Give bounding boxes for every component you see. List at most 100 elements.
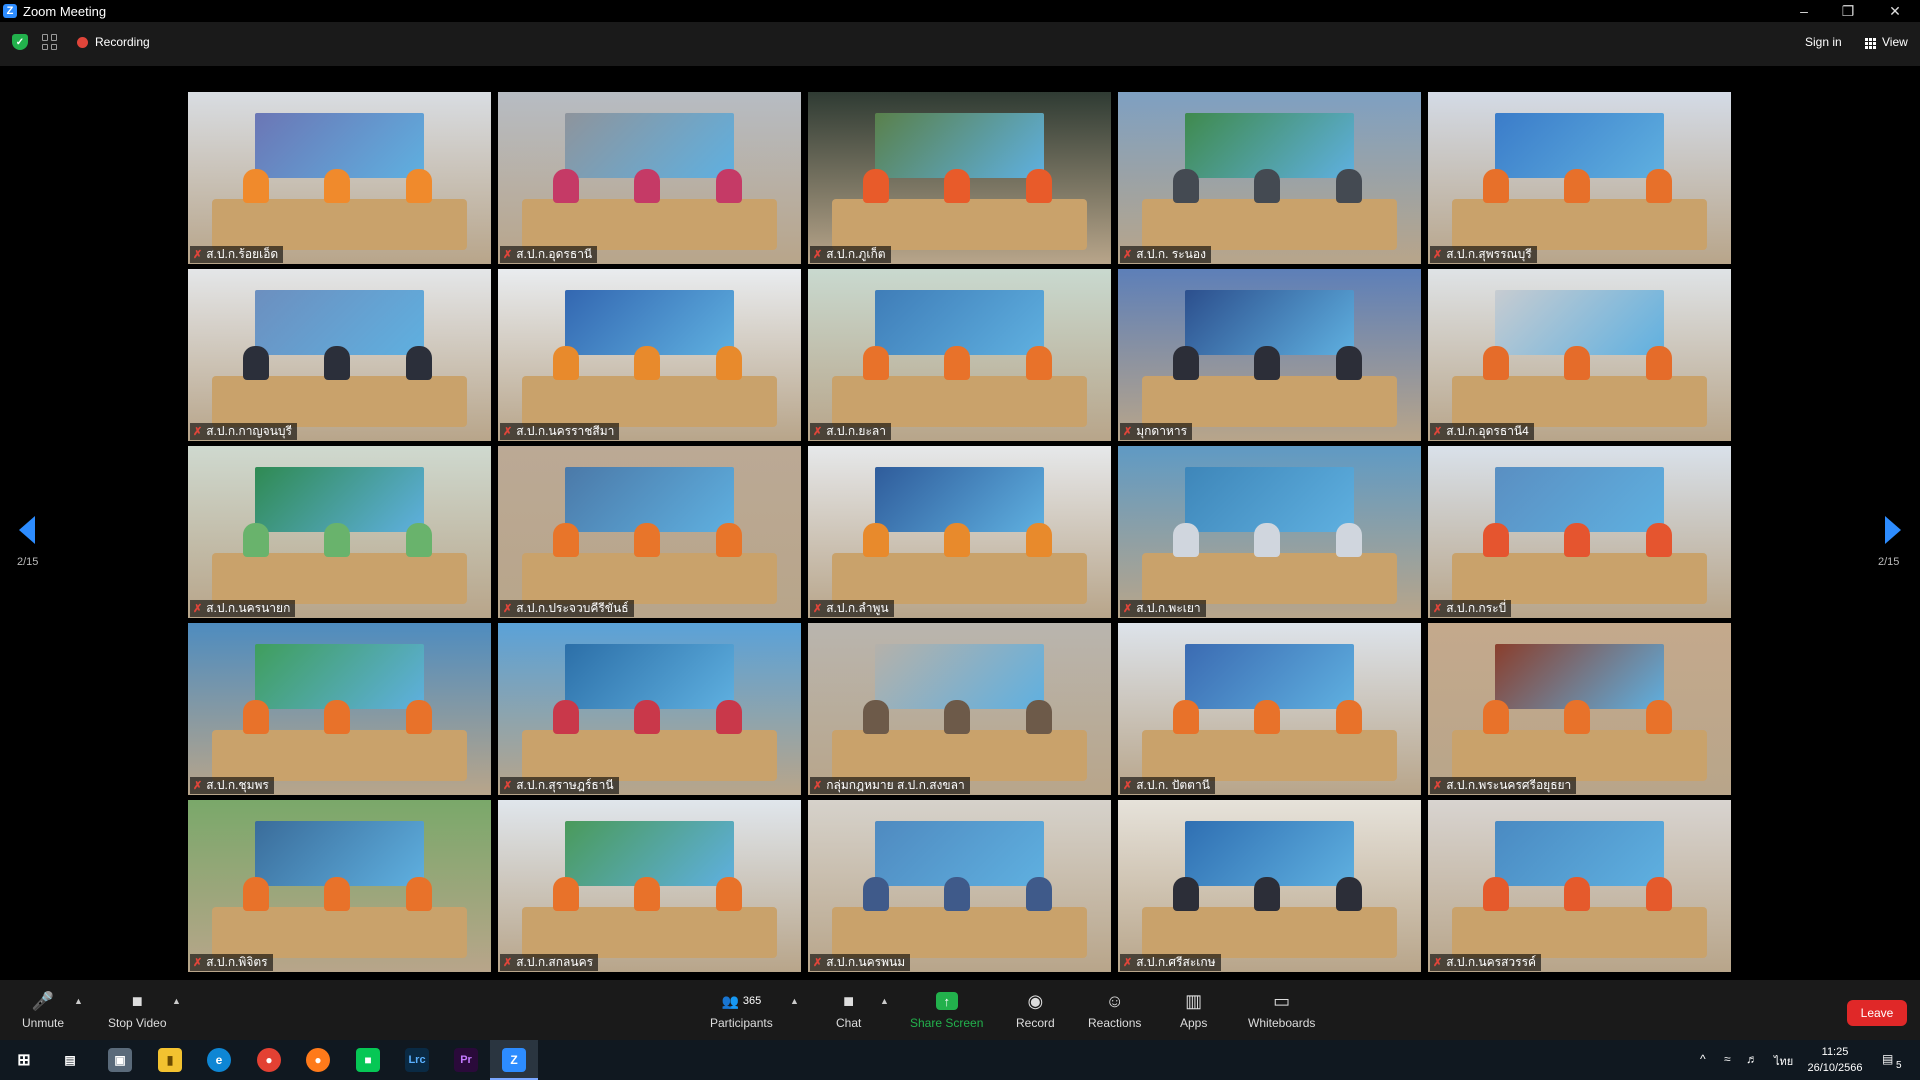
attendee-figure	[634, 169, 661, 204]
reactions-button[interactable]: ☺ Reactions	[1088, 990, 1141, 1031]
participant-video-tile[interactable]: ✗ ส.ป.ก.กระบี่	[1428, 446, 1731, 618]
whiteboards-label: Whiteboards	[1248, 1016, 1316, 1030]
window-title: Zoom Meeting	[23, 3, 107, 19]
backdrop-banner	[254, 466, 425, 532]
participant-video-tile[interactable]: ✗ ส.ป.ก.ร้อยเอ็ด	[188, 92, 491, 264]
volume-icon[interactable]: ♬	[1746, 1052, 1758, 1066]
firefox-browser-icon[interactable]: ●	[306, 1048, 330, 1072]
participant-video-tile[interactable]: ✗ ส.ป.ก.อุดรธานี4	[1428, 269, 1731, 441]
audio-options-caret-icon[interactable]: ▲	[74, 996, 83, 1006]
participant-video-tile[interactable]: ✗ ส.ป.ก.ศรีสะเกษ	[1118, 800, 1421, 972]
attendee-figure	[634, 700, 661, 735]
pc-icon[interactable]: ▣	[108, 1048, 132, 1072]
participant-name: มุกดาหาร	[1136, 424, 1188, 438]
apps-button[interactable]: ▥ Apps	[1180, 990, 1207, 1031]
participant-video-tile[interactable]: ✗ ส.ป.ก. ระนอง	[1118, 92, 1421, 264]
chat-options-caret-icon[interactable]: ▲	[880, 996, 889, 1006]
backdrop-banner	[254, 289, 425, 355]
meeting-info-grid-icon[interactable]	[42, 34, 58, 50]
participant-video-tile[interactable]: ✗ กลุ่มกฎหมาย ส.ป.ก.สงขลา	[808, 623, 1111, 795]
chat-label: Chat	[836, 1016, 862, 1030]
participants-button[interactable]: 👥 365 Participants	[710, 990, 773, 1031]
meeting-table	[832, 375, 1087, 428]
participant-video-tile[interactable]: ✗ ส.ป.ก.นครสวรรค์	[1428, 800, 1731, 972]
participant-video-tile[interactable]: ✗ มุกดาหาร	[1118, 269, 1421, 441]
system-clock[interactable]: 11:25 26/10/2566	[1805, 1044, 1865, 1076]
participant-video-feed	[188, 269, 491, 441]
participant-video-tile[interactable]: ✗ ส.ป.ก.พระนครศรีอยุธยา	[1428, 623, 1731, 795]
participant-name: ส.ป.ก.ศรีสะเกษ	[1136, 955, 1216, 969]
wifi-icon[interactable]: ≈	[1724, 1052, 1731, 1066]
next-page-arrow-icon[interactable]	[1885, 516, 1901, 544]
attendee-figure	[862, 877, 889, 912]
share-screen-button[interactable]: ↑ Share Screen	[910, 990, 983, 1030]
participants-options-caret-icon[interactable]: ▲	[790, 996, 799, 1006]
lightroom-classic-icon[interactable]: Lrc	[405, 1048, 429, 1072]
chrome-browser-icon[interactable]: ●	[257, 1048, 281, 1072]
video-options-caret-icon[interactable]: ▲	[172, 996, 181, 1006]
close-icon[interactable]: ✕	[1875, 0, 1915, 22]
participant-video-tile[interactable]: ✗ ส.ป.ก.ชุมพร	[188, 623, 491, 795]
participant-name: ส.ป.ก.สุพรรณบุรี	[1446, 247, 1532, 261]
participant-video-tile[interactable]: ✗ ส.ป.ก.สกลนคร	[498, 800, 801, 972]
record-button[interactable]: ◉ Record	[1016, 990, 1055, 1031]
participant-name-label: ✗ ส.ป.ก.พะเยา	[1120, 600, 1206, 617]
participant-name: ส.ป.ก. ปัตตานี	[1136, 778, 1210, 792]
encryption-shield-icon[interactable]: ✓	[12, 34, 28, 50]
muted-mic-icon: ✗	[1123, 957, 1133, 969]
participant-video-feed	[1428, 623, 1731, 795]
apps-icon: ▥	[1185, 990, 1203, 1011]
unmute-button[interactable]: 🎤 Unmute	[22, 990, 64, 1031]
participant-video-tile[interactable]: ✗ ส.ป.ก.นครนายก	[188, 446, 491, 618]
view-grid-icon[interactable]	[1865, 38, 1876, 49]
participant-name: ส.ป.ก.ประจวบคีรีขันธ์	[516, 601, 629, 615]
participant-video-tile[interactable]: ✗ ส.ป.ก.นครพนม	[808, 800, 1111, 972]
participant-video-tile[interactable]: ✗ ส.ป.ก.พิจิตร	[188, 800, 491, 972]
input-language[interactable]: ไทย	[1774, 1052, 1793, 1070]
participant-video-feed	[1428, 446, 1731, 618]
participant-video-tile[interactable]: ✗ ส.ป.ก.พะเยา	[1118, 446, 1421, 618]
participant-name-label: ✗ ส.ป.ก.นครสวรรค์	[1430, 954, 1542, 971]
minimize-icon[interactable]: –	[1784, 0, 1824, 22]
participant-video-tile[interactable]: ✗ ส.ป.ก. ปัตตานี	[1118, 623, 1421, 795]
line-app-icon[interactable]: ■	[356, 1048, 380, 1072]
leave-button[interactable]: Leave	[1847, 1000, 1907, 1026]
windows-start-icon[interactable]: ⊞	[12, 1048, 36, 1072]
restore-icon[interactable]: ❐	[1828, 0, 1868, 22]
whiteboards-button[interactable]: ▭ Whiteboards	[1248, 990, 1316, 1031]
participant-video-tile[interactable]: ✗ ส.ป.ก.อุดรธานี	[498, 92, 801, 264]
attendee-figure	[324, 523, 351, 558]
participant-name-label: ✗ ส.ป.ก. ระนอง	[1120, 246, 1211, 263]
attendee-figure	[634, 877, 661, 912]
muted-mic-icon: ✗	[1123, 249, 1133, 261]
backdrop-banner	[1494, 466, 1665, 532]
file-explorer-icon[interactable]: ▮	[158, 1048, 182, 1072]
meeting-table	[1142, 729, 1397, 782]
task-view-icon[interactable]: ▤	[58, 1048, 82, 1072]
edge-browser-icon[interactable]: e	[207, 1048, 231, 1072]
muted-mic-icon: ✗	[1433, 780, 1443, 792]
attendee-figure	[1336, 700, 1363, 735]
chat-button[interactable]: ■ Chat	[836, 990, 862, 1031]
muted-mic-icon: ✗	[193, 426, 203, 438]
premiere-pro-icon[interactable]: Pr	[454, 1048, 478, 1072]
participant-video-tile[interactable]: ✗ ส.ป.ก.ประจวบคีรีขันธ์	[498, 446, 801, 618]
participant-video-tile[interactable]: ✗ ส.ป.ก.กาญจนบุรี	[188, 269, 491, 441]
zoom-taskbar-icon[interactable]: Z	[502, 1048, 526, 1072]
participant-video-tile[interactable]: ✗ ส.ป.ก.ลำพูน	[808, 446, 1111, 618]
notifications-icon[interactable]: ▤	[1882, 1052, 1893, 1066]
participant-name: ส.ป.ก.ยะลา	[826, 424, 886, 438]
participant-video-feed	[188, 623, 491, 795]
participant-video-tile[interactable]: ✗ ส.ป.ก.นครราชสีมา	[498, 269, 801, 441]
participant-video-tile[interactable]: ✗ ส.ป.ก.สุราษฎร์ธานี	[498, 623, 801, 795]
participant-video-tile[interactable]: ✗ ส.ป.ก.ยะลา	[808, 269, 1111, 441]
view-button[interactable]: View	[1882, 35, 1908, 49]
sign-in-link[interactable]: Sign in	[1805, 35, 1842, 49]
participant-video-tile[interactable]: ✗ ส.ป.ก.สุพรรณบุรี	[1428, 92, 1731, 264]
show-hidden-icons-caret-icon[interactable]: ^	[1700, 1052, 1706, 1066]
participant-video-feed	[808, 623, 1111, 795]
participant-video-tile[interactable]: ✗ ส.ป.ก.ภูเก็ต	[808, 92, 1111, 264]
previous-page-arrow-icon[interactable]	[19, 516, 35, 544]
stop-video-button[interactable]: ■ Stop Video	[108, 990, 167, 1031]
recording-label[interactable]: Recording	[95, 35, 150, 49]
